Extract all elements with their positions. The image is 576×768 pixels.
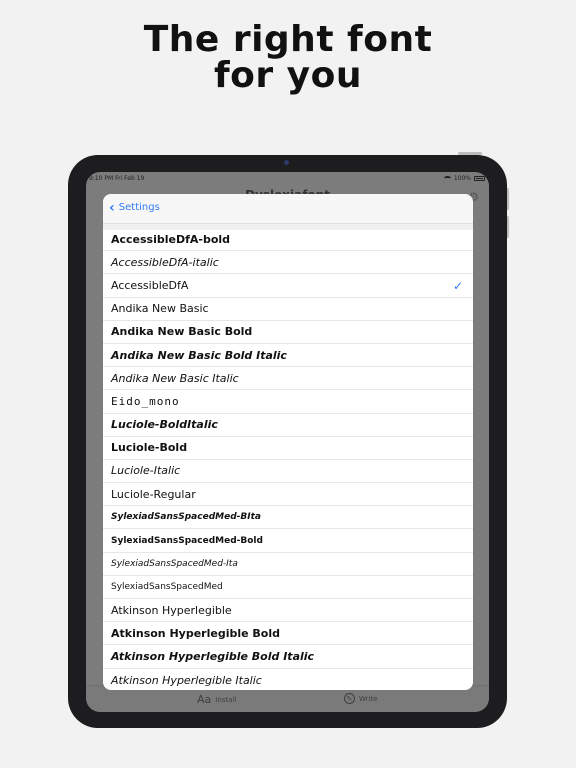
font-row-label: Andika New Basic Bold Italic [111, 348, 287, 362]
font-row-label: Atkinson Hyperlegible Bold Italic [111, 649, 315, 663]
promo-headline: The right font for you [0, 22, 576, 94]
checkmark-icon: ✓ [452, 279, 463, 294]
headline-line-2: for you [213, 55, 362, 96]
font-list: AccessibleDfA-bold AccessibleDfA-italic Ac… [103, 228, 473, 690]
status-time: 9:10 PM Fri Feb 19 [89, 175, 145, 182]
font-row-label: Luciole-BoldItalic [111, 418, 218, 432]
font-row-label: Atkinson Hyperlegible [111, 603, 232, 617]
font-row[interactable]: Atkinson Hyperlegible [103, 599, 473, 623]
font-row[interactable]: SylexiadSansSpacedMed-BIta [103, 506, 473, 530]
font-row-label: SylexiadSansSpacedMed [111, 581, 223, 592]
font-row[interactable]: Luciole-Regular [103, 483, 473, 507]
wifi-icon [443, 176, 451, 181]
font-row[interactable]: Eido_mono [103, 390, 473, 414]
font-row[interactable]: AccessibleDfA-bold [103, 228, 473, 252]
camera-dot [284, 160, 289, 165]
battery-percent: 100% [453, 175, 471, 182]
font-row[interactable]: Andika New Basic Italic [103, 367, 473, 391]
font-row-label: SylexiadSansSpacedMed-Ita [111, 558, 238, 569]
font-row[interactable]: AccessibleDfA ✓ [103, 274, 473, 298]
back-button[interactable]: ‹ Settings [109, 199, 160, 216]
tab-write-label: Write [359, 694, 378, 703]
font-row[interactable]: SylexiadSansSpacedMed-Bold [103, 529, 473, 553]
font-row-label: AccessibleDfA [111, 278, 189, 292]
font-row[interactable]: AccessibleDfA-italic [103, 251, 473, 275]
status-bar: 9:10 PM Fri Feb 19 100% [86, 172, 489, 184]
font-row[interactable]: Atkinson Hyperlegible Bold [103, 622, 473, 646]
status-right: 100% [443, 175, 485, 182]
chevron-left-icon: ‹ [109, 199, 115, 216]
battery-icon [474, 176, 485, 181]
font-row[interactable]: Atkinson Hyperlegible Italic [103, 669, 473, 690]
font-row-label: AccessibleDfA-italic [111, 255, 219, 269]
font-row-label: Atkinson Hyperlegible Bold [111, 626, 280, 640]
tab-write[interactable]: ✎ Write [344, 693, 377, 704]
tab-install-label: Install [215, 695, 237, 704]
font-row-label: Luciole-Regular [111, 487, 196, 501]
font-row[interactable]: Luciole-BoldItalic [103, 414, 473, 437]
font-row[interactable]: Luciole-Italic [103, 460, 473, 484]
font-aa-icon: Aa [197, 693, 212, 706]
font-row[interactable]: Andika New Basic Bold Italic [103, 344, 473, 368]
font-row-label: Andika New Basic Bold [111, 325, 253, 339]
font-row[interactable]: SylexiadSansSpacedMed [103, 576, 473, 599]
font-row-label: Luciole-Italic [111, 464, 181, 478]
font-row[interactable]: Luciole-Bold [103, 437, 473, 460]
font-row-label: Andika New Basic [111, 302, 209, 316]
font-row-label: Luciole-Bold [111, 441, 188, 455]
pen-circle-icon: ✎ [344, 693, 355, 704]
font-row[interactable]: Andika New Basic [103, 298, 473, 321]
font-row-label: AccessibleDfA-bold [111, 232, 231, 246]
font-row-label: SylexiadSansSpacedMed-BIta [111, 512, 261, 523]
font-picker-modal: ‹ Settings AccessibleDfA-bold AccessibleD… [103, 194, 473, 690]
font-row-label: Eido_mono [111, 394, 180, 408]
font-row-label: Atkinson Hyperlegible Italic [111, 673, 262, 687]
font-row[interactable]: Atkinson Hyperlegible Bold Italic [103, 645, 473, 669]
modal-nav-bar: ‹ Settings [103, 194, 473, 224]
tab-install[interactable]: Aa Install [197, 693, 236, 706]
back-button-label: Settings [118, 202, 160, 213]
font-row[interactable]: Andika New Basic Bold [103, 321, 473, 344]
font-row-label: SylexiadSansSpacedMed-Bold [111, 535, 263, 546]
font-row[interactable]: SylexiadSansSpacedMed-Ita [103, 553, 473, 576]
headline-line-1: The right font [143, 19, 433, 60]
font-row-label: Andika New Basic Italic [111, 371, 239, 385]
